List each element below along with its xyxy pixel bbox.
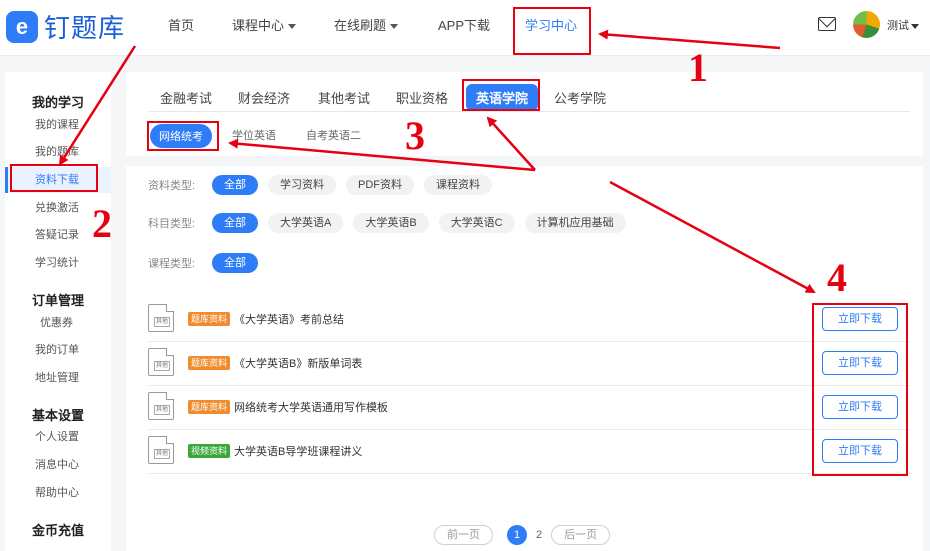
logo-icon: e [6, 10, 38, 43]
chevron-down-icon [288, 24, 297, 30]
sidebar-item-addresses[interactable]: 地址管理 [5, 365, 111, 391]
filter-label: 课程类型: [148, 258, 196, 270]
sub-tab-self-study-english[interactable]: 自考英语二 [306, 127, 361, 143]
list-item: 其他 题库资料 网络统考大学英语通用写作模板 立即下载 [148, 386, 910, 430]
annotation-box [462, 79, 540, 111]
chevron-down-icon [911, 23, 919, 29]
annotation-number: 3 [405, 113, 425, 158]
file-title[interactable]: 大学英语B导学班课程讲义 [234, 443, 362, 459]
filter-option[interactable]: 大学英语B [353, 213, 429, 233]
filter-label: 资料类型: [148, 180, 196, 192]
filter-option[interactable]: 全部 [212, 175, 258, 195]
sidebar-item-personal-settings[interactable]: 个人设置 [5, 424, 111, 450]
file-list: 其他 题库资料 《大学英语》考前总结 立即下载 其他 题库资料 《大学英语B》新… [148, 298, 910, 474]
main-panel: 金融考试 财会经济 其他考试 职业资格 英语学院 公考学院 网络统考 学位英语 … [126, 72, 923, 551]
nav-home-label: 首页 [168, 18, 195, 33]
filter-subject-type: 科目类型: 全部 大学英语A 大学英语B 大学英语C 计算机应用基础 [148, 212, 636, 234]
user-name: 测试 [887, 20, 909, 32]
annotation-number: 4 [827, 255, 847, 300]
file-title[interactable]: 网络统考大学英语通用写作模板 [234, 399, 388, 415]
tab-professional[interactable]: 职业资格 [396, 88, 448, 107]
document-icon: 其他 [148, 436, 174, 464]
avatar[interactable] [853, 11, 880, 38]
sidebar-item-my-courses[interactable]: 我的课程 [5, 112, 111, 138]
file-type-label: 其他 [154, 361, 171, 371]
file-type-label: 其他 [154, 317, 171, 327]
file-title[interactable]: 《大学英语B》新版单词表 [234, 355, 362, 371]
filter-option[interactable]: 大学英语A [268, 213, 344, 233]
brand-name: 钉题库 [44, 13, 126, 43]
annotation-box [513, 7, 591, 55]
mail-icon[interactable] [818, 17, 836, 31]
tab-civil-service[interactable]: 公考学院 [554, 88, 606, 107]
list-item: 其他 题库资料 《大学英语》考前总结 立即下载 [148, 298, 910, 342]
filter-label: 科目类型: [148, 218, 196, 230]
next-page-button[interactable]: 后一页 [551, 525, 611, 545]
filter-option[interactable]: 计算机应用基础 [524, 213, 626, 233]
nav-online-practice-label: 在线刷题 [334, 18, 387, 33]
sidebar-item-study-stats[interactable]: 学习统计 [5, 250, 111, 276]
divider [126, 156, 923, 166]
sidebar-item-messages[interactable]: 消息中心 [5, 452, 111, 478]
file-type-label: 其他 [154, 405, 171, 415]
nav-home[interactable]: 首页 [168, 0, 194, 56]
annotation-box [812, 303, 908, 476]
file-tag: 题库资料 [188, 400, 231, 414]
filter-option[interactable]: 大学英语C [438, 213, 515, 233]
sidebar-group-title[interactable]: 金币充值 [32, 520, 84, 539]
nav-app-download[interactable]: APP下载 [438, 0, 490, 56]
list-item: 其他 视频资料 大学英语B导学班课程讲义 立即下载 [148, 430, 910, 474]
annotation-box [147, 121, 219, 151]
sidebar-group-title: 我的学习 [32, 95, 85, 110]
filter-option[interactable]: PDF资料 [346, 175, 414, 195]
filter-option[interactable]: 学习资料 [268, 175, 336, 195]
file-tag: 题库资料 [188, 356, 231, 370]
file-type-label: 其他 [154, 449, 171, 459]
sidebar-group-title: 订单管理 [32, 293, 85, 308]
document-icon: 其他 [148, 392, 174, 420]
page-number[interactable]: 2 [536, 529, 542, 541]
filter-course-type: 课程类型: 全部 [148, 252, 268, 274]
sidebar-item-my-orders[interactable]: 我的订单 [5, 337, 111, 363]
sidebar-item-help[interactable]: 帮助中心 [5, 480, 111, 506]
user-menu[interactable]: 测试 [887, 17, 919, 33]
document-icon: 其他 [148, 304, 174, 332]
sidebar-item-coupons[interactable]: 优惠券 [5, 310, 111, 336]
chevron-down-icon [390, 24, 399, 30]
sidebar-group-title: 基本设置 [32, 408, 85, 423]
filter-material-type: 资料类型: 全部 学习资料 PDF资料 课程资料 [148, 174, 502, 196]
filter-option[interactable]: 课程资料 [424, 175, 492, 195]
document-icon: 其他 [148, 348, 174, 376]
nav-online-practice[interactable]: 在线刷题 [334, 0, 399, 56]
nav-app-download-label: APP下载 [438, 18, 491, 33]
filter-option[interactable]: 全部 [212, 253, 258, 273]
sidebar: 我的学习 我的课程 我的题库 资料下载 兑换激活 答疑记录 学习统计 订单管理 … [5, 72, 111, 551]
top-navigation-bar: e 钉题库 首页 课程中心 在线刷题 APP下载 学习中心 测试 [0, 0, 930, 56]
file-tag: 题库资料 [188, 312, 231, 326]
tab-finance[interactable]: 金融考试 [160, 88, 212, 107]
annotation-box [10, 164, 98, 192]
list-item: 其他 题库资料 《大学英语B》新版单词表 立即下载 [148, 342, 910, 386]
nav-course-center[interactable]: 课程中心 [232, 0, 297, 56]
tab-accounting[interactable]: 财会经济 [238, 88, 290, 107]
nav-course-center-label: 课程中心 [232, 18, 285, 33]
file-tag: 视频资料 [188, 444, 231, 458]
filter-option[interactable]: 全部 [212, 213, 258, 233]
tab-other-exams[interactable]: 其他考试 [318, 88, 370, 107]
annotation-number: 2 [92, 201, 112, 246]
file-title[interactable]: 《大学英语》考前总结 [234, 311, 344, 327]
sub-tab-degree-english[interactable]: 学位英语 [232, 127, 276, 143]
annotation-number: 1 [688, 45, 708, 90]
page-number-current[interactable]: 1 [507, 525, 527, 545]
brand-logo[interactable]: e 钉题库 [6, 8, 125, 45]
sidebar-item-my-question-bank[interactable]: 我的题库 [5, 139, 111, 165]
prev-page-button[interactable]: 前一页 [434, 525, 493, 545]
pagination: 前一页 1 2 后一页 [434, 525, 611, 545]
